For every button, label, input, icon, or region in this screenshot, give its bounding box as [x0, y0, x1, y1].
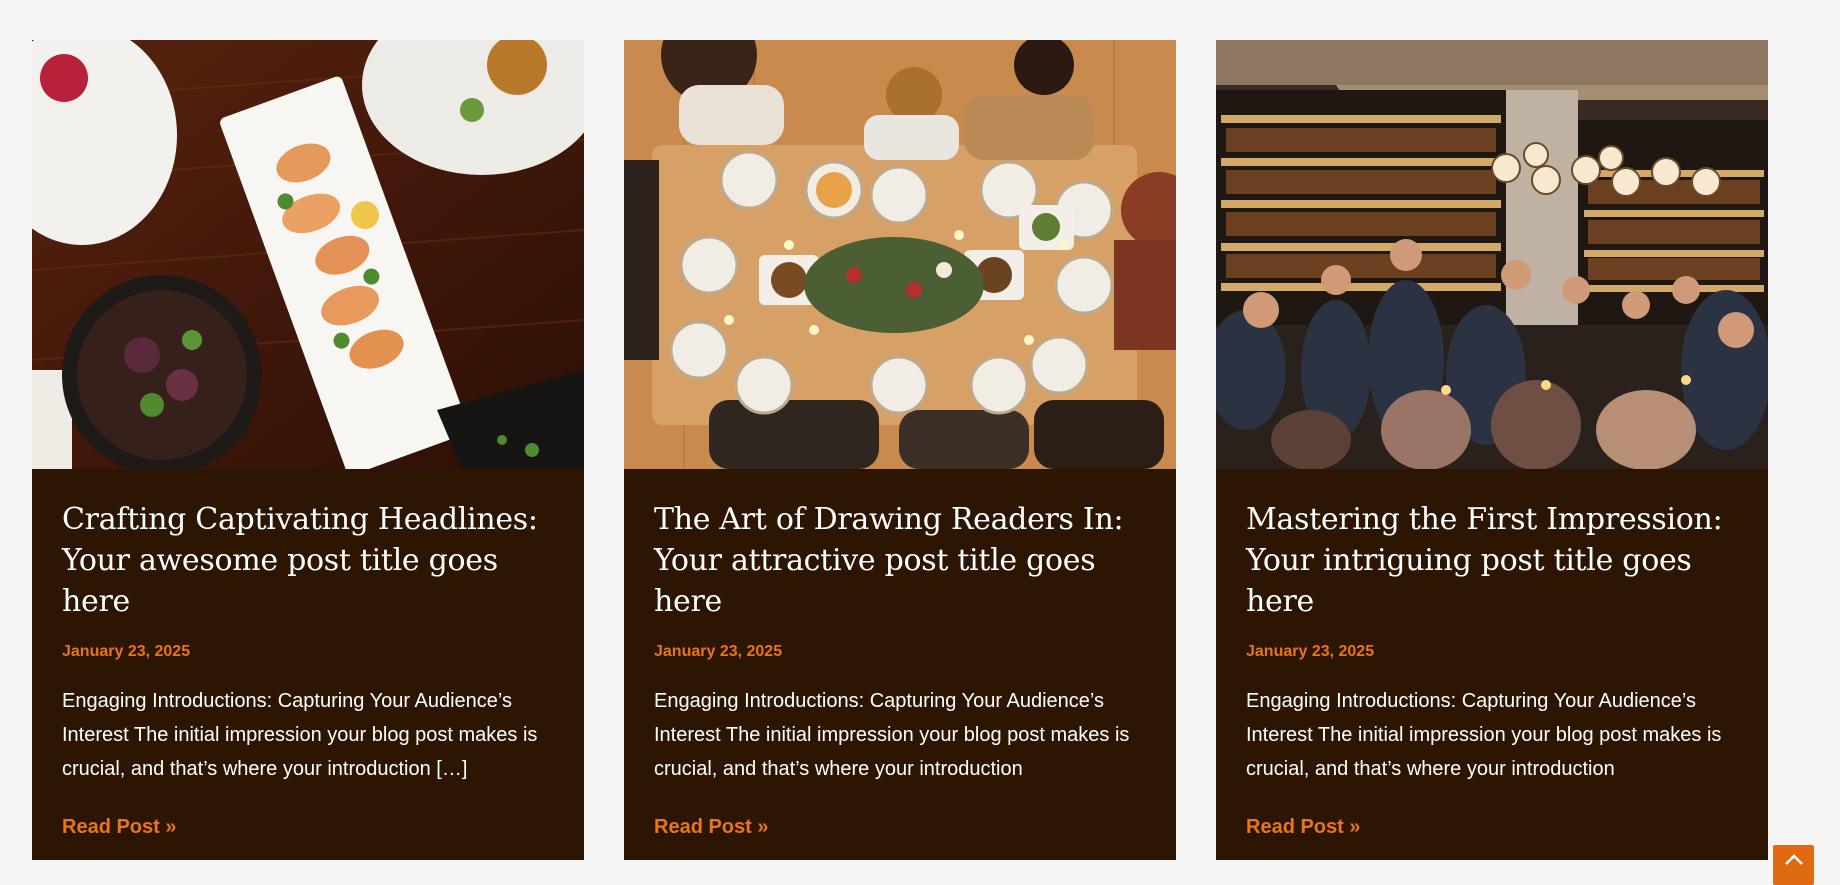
post-excerpt: Engaging Introductions: Capturing Your A…	[1246, 690, 1722, 780]
post-title: Crafting Captivating Headlines: Your awe…	[62, 499, 554, 622]
read-post-link[interactable]: Read Post »	[654, 816, 768, 839]
post-date: January 23, 2025	[1246, 643, 1375, 660]
post-title-line2: Your awesome post title goes here	[62, 543, 498, 619]
post-date: January 23, 2025	[654, 643, 783, 660]
post-grid: Crafting Captivating Headlines: Your awe…	[32, 40, 1769, 860]
post-title-link[interactable]: The Art of Drawing Readers In: Your attr…	[654, 499, 1146, 622]
post-excerpt: Engaging Introductions: Capturing Your A…	[654, 690, 1130, 780]
read-post-link[interactable]: Read Post »	[62, 816, 176, 839]
post-title-link[interactable]: Mastering the First Impression: Your int…	[1246, 499, 1738, 622]
post-date: January 23, 2025	[62, 643, 191, 660]
post-excerpt: Engaging Introductions: Capturing Your A…	[62, 690, 538, 780]
post-title: The Art of Drawing Readers In: Your attr…	[654, 499, 1146, 622]
chevron-up-icon	[1784, 854, 1803, 865]
post-title-line1: The Art of Drawing Readers In:	[654, 502, 1124, 537]
post-thumbnail-bar[interactable]	[1216, 40, 1768, 469]
post-title-line2: Your intriguing post title goes here	[1246, 543, 1692, 619]
seafood-photo	[32, 40, 584, 469]
scroll-to-top-button[interactable]	[1773, 845, 1814, 885]
dinner-table-photo	[624, 40, 1176, 469]
read-post-link[interactable]: Read Post »	[1246, 816, 1360, 839]
post-title-line1: Mastering the First Impression:	[1246, 502, 1723, 537]
post-title: Mastering the First Impression: Your int…	[1246, 499, 1738, 622]
post-card: The Art of Drawing Readers In: Your attr…	[624, 40, 1176, 860]
post-title-link[interactable]: Crafting Captivating Headlines: Your awe…	[62, 499, 554, 622]
post-title-line1: Crafting Captivating Headlines:	[62, 502, 538, 537]
post-card: Mastering the First Impression: Your int…	[1216, 40, 1768, 860]
post-card: Crafting Captivating Headlines: Your awe…	[32, 40, 584, 860]
post-title-line2: Your attractive post title goes here	[654, 543, 1096, 619]
post-thumbnail-dinner-table[interactable]	[624, 40, 1176, 469]
post-thumbnail-seafood[interactable]	[32, 40, 584, 469]
bar-photo	[1216, 40, 1768, 469]
